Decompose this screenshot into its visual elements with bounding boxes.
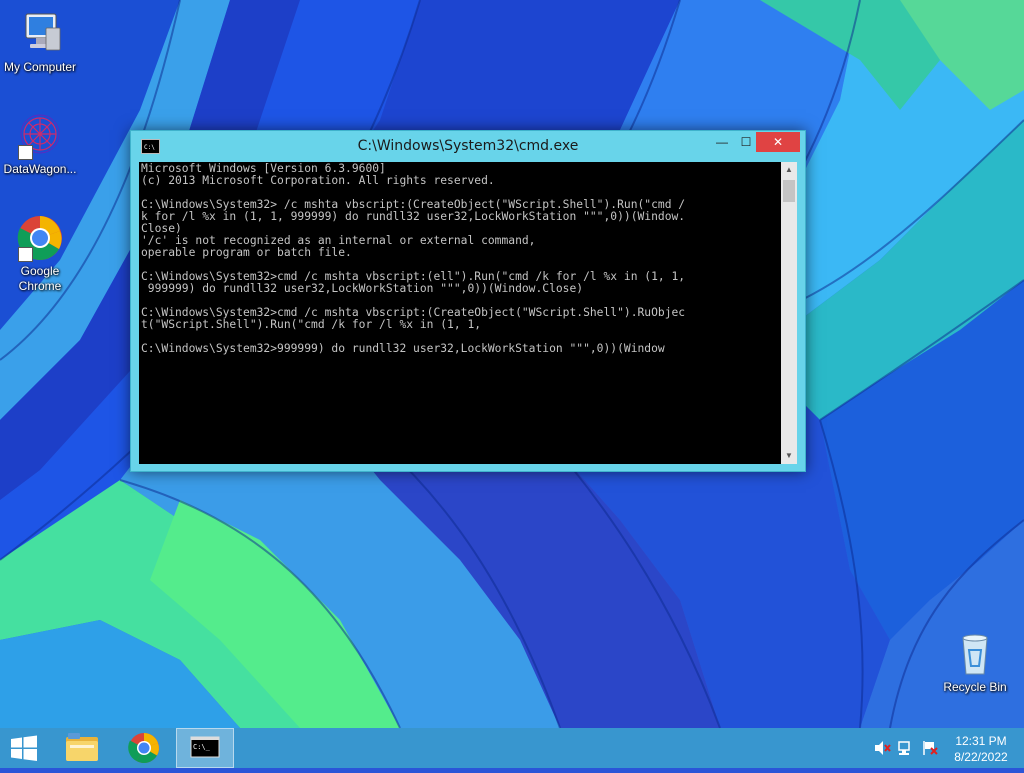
window-titlebar[interactable]: C:\ C:\Windows\System32\cmd.exe — ☐ ✕ [131, 131, 805, 162]
volume-muted-icon[interactable] [873, 740, 891, 756]
taskbar-cmd[interactable]: C:\_ [176, 728, 234, 768]
scroll-down-arrow-icon[interactable]: ▼ [781, 448, 797, 464]
windows-logo-icon [11, 735, 37, 761]
network-icon[interactable] [897, 740, 915, 756]
window-title: C:\Windows\System32\cmd.exe [357, 138, 579, 154]
cmd-window[interactable]: C:\ C:\Windows\System32\cmd.exe — ☐ ✕ Mi… [130, 130, 806, 472]
chrome-icon [16, 214, 64, 262]
action-center-flag-icon[interactable] [921, 740, 939, 756]
taskbar-file-explorer[interactable] [58, 728, 106, 768]
taskbar-clock[interactable]: 12:31 PM 8/22/2022 [948, 733, 1014, 765]
desktop-icon-datawagon[interactable]: DataWagon... [0, 112, 80, 177]
scroll-up-arrow-icon[interactable]: ▲ [781, 162, 797, 178]
clock-time: 12:31 PM [955, 734, 1007, 748]
scrollbar-thumb[interactable] [783, 180, 795, 202]
cmd-icon: C:\_ [190, 736, 220, 758]
minimize-icon: — [716, 135, 728, 149]
console-output[interactable]: Microsoft Windows [Version 6.3.9600] (c)… [139, 162, 781, 464]
folder-icon [66, 733, 98, 761]
maximize-icon: ☐ [740, 135, 752, 149]
chrome-icon [128, 733, 159, 764]
taskbar: C:\_ 12:31 PM 8/22/2022 [0, 728, 1024, 768]
svg-text:C:\_: C:\_ [193, 743, 211, 751]
minimize-button[interactable]: — [708, 132, 736, 152]
clock-date: 8/22/2022 [954, 750, 1008, 764]
recycle-bin-icon [951, 630, 999, 678]
shortcut-arrow-icon [18, 145, 33, 160]
start-button[interactable] [8, 728, 40, 768]
vertical-scrollbar[interactable]: ▲ ▼ [781, 162, 797, 464]
taskbar-chrome[interactable] [120, 728, 168, 768]
close-icon: ✕ [772, 135, 784, 149]
desktop-icon-recycle-bin[interactable]: Recycle Bin [935, 630, 1015, 695]
datawagon-icon [16, 112, 64, 160]
computer-icon [16, 10, 64, 58]
console-text: Microsoft Windows [Version 6.3.9600] (c)… [141, 162, 686, 355]
desktop-icon-label: Recycle Bin [943, 680, 1007, 694]
shortcut-arrow-icon [18, 247, 33, 262]
desktop-icon-google-chrome[interactable]: Google Chrome [0, 214, 80, 294]
desktop-icon-label: My Computer [3, 60, 77, 74]
maximize-button[interactable]: ☐ [736, 132, 756, 152]
close-button[interactable]: ✕ [756, 132, 800, 152]
desktop-icon-label: DataWagon... [3, 162, 77, 176]
desktop-icon-label: Google Chrome [18, 264, 62, 293]
desktop-icon-my-computer[interactable]: My Computer [0, 10, 80, 75]
